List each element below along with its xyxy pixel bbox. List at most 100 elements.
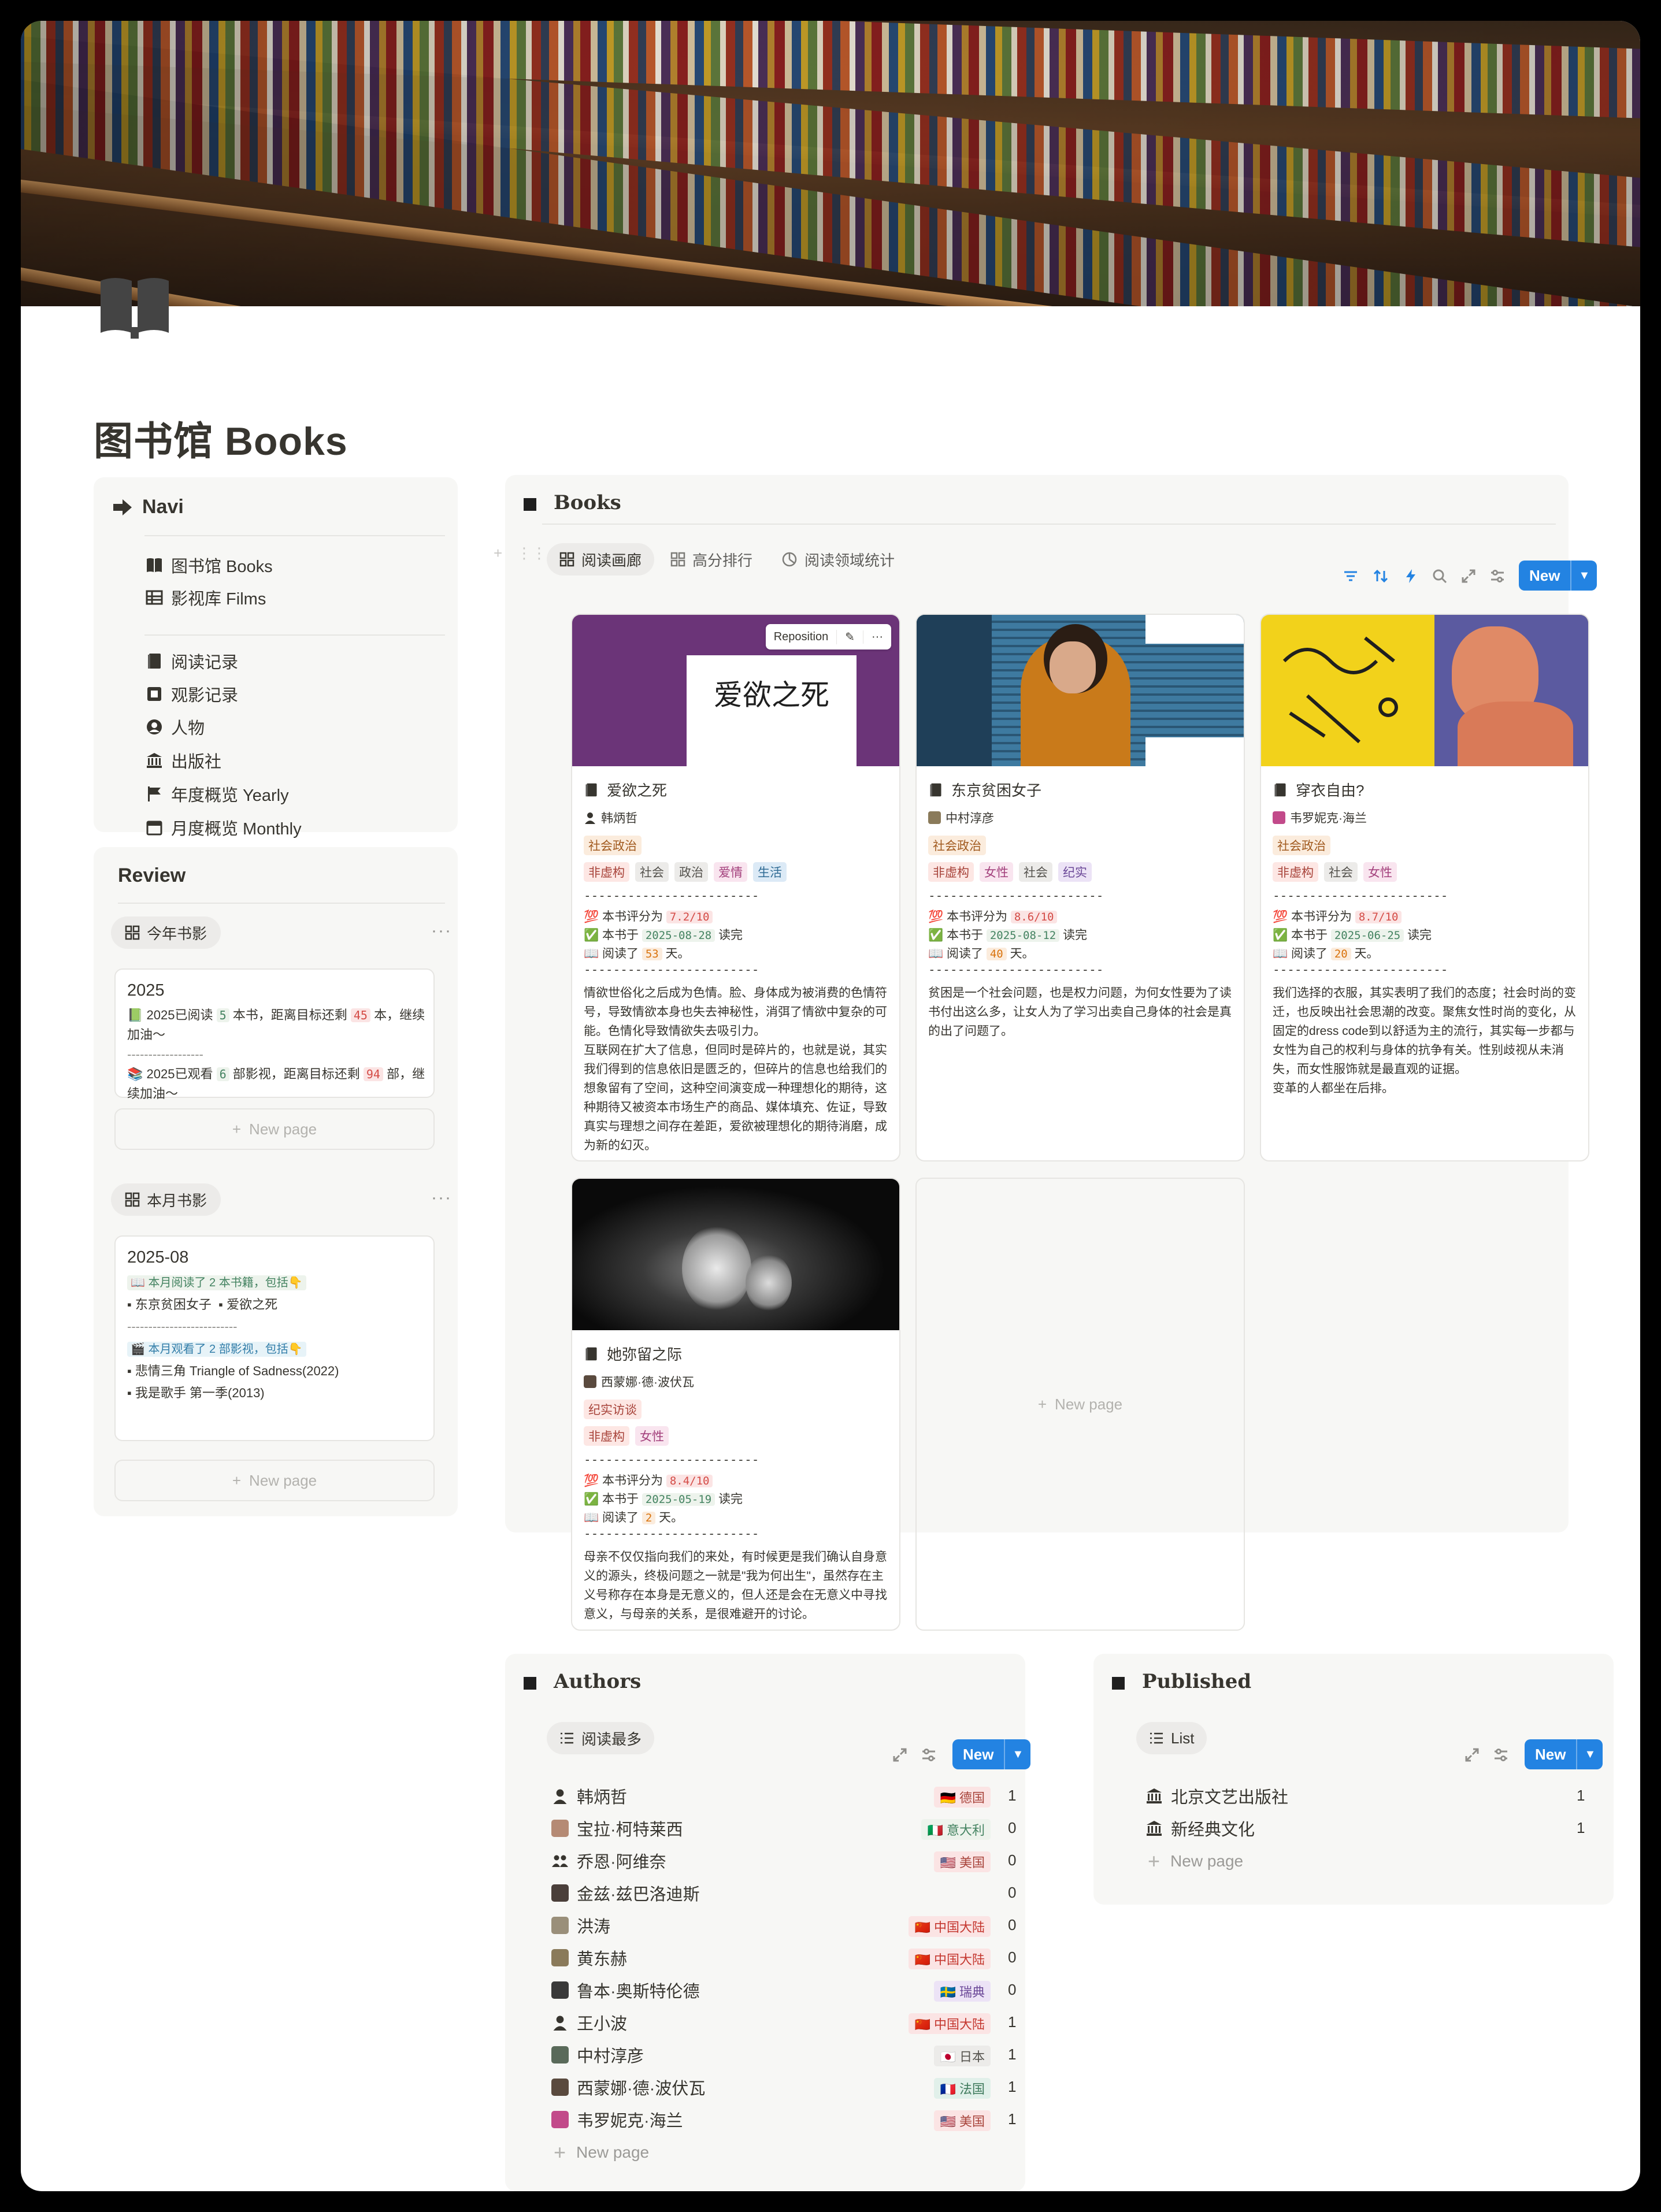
author-row[interactable]: 韩炳哲 — [551, 1780, 627, 1812]
new-page-button[interactable]: + New page — [114, 1108, 435, 1150]
authors-db-title[interactable]: Authors — [554, 1670, 641, 1693]
navi-title: Navi — [142, 496, 184, 518]
author-row[interactable]: 韦罗妮克·海兰 — [551, 2103, 683, 2136]
more-icon[interactable]: ··· — [431, 1188, 452, 1208]
date-line: ✅ 本书于 2025-06-25 读完 — [1273, 929, 1432, 942]
open-book-icon[interactable] — [97, 275, 172, 339]
tag: 女性 — [980, 862, 1013, 882]
view-monthly[interactable]: 本月书影 — [111, 1183, 221, 1216]
expand-icon[interactable] — [891, 1746, 909, 1764]
yearly-card-text: 📗 2025已阅读 5 本书，距离目标还剩 45 本，继续加油～ -------… — [127, 1008, 425, 1101]
author-row[interactable]: 乔恩·阿维奈 — [551, 1844, 666, 1877]
nav-item-watch-log[interactable]: 观影记录 — [144, 680, 238, 708]
country-tag: 🇸🇪 瑞典 — [934, 1981, 991, 2002]
tag: 非虚构 — [1273, 862, 1318, 882]
author-row[interactable]: 洪涛 — [551, 1909, 610, 1942]
books-db-title[interactable]: Books — [554, 491, 621, 514]
author-row[interactable]: 宝拉·柯特莱西 — [551, 1812, 683, 1844]
list-icon — [559, 1731, 574, 1746]
author-row[interactable]: 金兹·兹巴洛迪斯 — [551, 1877, 700, 1909]
book-title: 她弥留之际 — [584, 1343, 682, 1364]
filter-icon[interactable] — [1342, 567, 1359, 585]
book-card[interactable]: 东京贫困女子 中村淳彦 社会政治 非虚构 女性 社会 纪实 ----------… — [915, 614, 1245, 1161]
new-button[interactable]: New ▼ — [1519, 561, 1597, 591]
expand-icon[interactable] — [1460, 567, 1477, 585]
book-icon — [144, 555, 164, 575]
new-button[interactable]: New ▼ — [952, 1739, 1031, 1769]
more-icon: ··· — [863, 630, 891, 644]
author-row[interactable]: 王小波 — [551, 2006, 627, 2039]
published-db-title[interactable]: Published — [1142, 1670, 1251, 1693]
author-name: 王小波 — [577, 2015, 628, 2033]
divider — [144, 634, 445, 636]
new-page-button[interactable]: + New page — [554, 2140, 649, 2165]
sort-icon[interactable] — [1372, 567, 1389, 585]
nav-label: 月度概览 Monthly — [171, 820, 302, 838]
nav-item-films[interactable]: 影视库 Films — [144, 584, 266, 611]
tag: 非虚构 — [584, 862, 629, 882]
author-row[interactable]: 西蒙娜·德·波伏瓦 — [551, 2071, 705, 2103]
chevron-down-icon: ▼ — [1578, 569, 1590, 582]
score-line: 💯 本书评分为 8.4/10 — [584, 1471, 713, 1489]
read-count: 0 — [1008, 1981, 1017, 1998]
author-avatar — [551, 1917, 569, 1934]
book-author[interactable]: 韦罗妮克·海兰 — [1273, 809, 1367, 826]
book-author[interactable]: 中村淳彦 — [928, 809, 994, 826]
nav-label: 图书馆 Books — [171, 558, 273, 576]
search-icon[interactable] — [1431, 567, 1448, 585]
book-card[interactable]: 她弥留之际 西蒙娜·德·波伏瓦 纪实访谈 非虚构 女性 ------------… — [571, 1178, 900, 1631]
nav-item-publishers[interactable]: 出版社 — [144, 747, 221, 774]
more-icon[interactable]: ··· — [431, 921, 452, 941]
nav-item-monthly[interactable]: 月度概览 Monthly — [144, 814, 302, 841]
add-block-icon[interactable]: + — [494, 544, 502, 562]
author-avatar — [551, 1820, 569, 1837]
book-cover — [1261, 615, 1588, 766]
settings-icon[interactable] — [920, 1746, 937, 1764]
settings-icon[interactable] — [1489, 567, 1506, 585]
new-page-card[interactable]: + New page — [915, 1178, 1245, 1631]
read-count: 0 — [1008, 1884, 1017, 1901]
new-page-button[interactable]: + New page — [114, 1460, 435, 1501]
yearly-card-title: 2025 — [127, 981, 165, 1000]
nav-item-books[interactable]: 图书馆 Books — [144, 551, 273, 579]
author-row[interactable]: 鲁本·奥斯特伦德 — [551, 1974, 700, 2006]
date-line: ✅ 本书于 2025-05-19 读完 — [584, 1493, 743, 1506]
author-name: 鲁本·奥斯特伦德 — [577, 1983, 700, 2001]
tab-gallery[interactable]: 阅读画廊 — [547, 543, 655, 576]
view-list[interactable]: List — [1136, 1722, 1207, 1754]
tab-top-rated[interactable]: 高分排行 — [658, 543, 765, 576]
book-card[interactable]: 穿衣自由? 韦罗妮克·海兰 社会政治 非虚构 社会 女性 -----------… — [1260, 614, 1589, 1161]
list-item[interactable]: 北京文艺出版社 — [1145, 1780, 1288, 1812]
book-card[interactable]: 爱欲之死 Reposition ✎ ··· 爱欲之死 韩炳哲 社会政治 非虚构 社会… — [571, 614, 900, 1161]
view-yearly[interactable]: 今年书影 — [111, 916, 221, 949]
list-item[interactable]: 新经典文化 — [1145, 1812, 1255, 1844]
nav-item-yearly[interactable]: 年度概览 Yearly — [144, 780, 289, 808]
book-description: 贫困是一个社会问题，也是权力问题，为何女性要为了读书付出这么多，让女人为了学习出… — [928, 986, 1232, 1038]
read-count: 1 — [1008, 1787, 1017, 1804]
automation-icon[interactable] — [1402, 567, 1419, 585]
drag-handle-icon[interactable]: ⋮⋮ — [517, 544, 547, 562]
author-name: 黄东赫 — [577, 1950, 628, 1969]
author-name: 宝拉·柯特莱西 — [577, 1821, 683, 1839]
reposition-button[interactable]: Reposition ✎ ··· — [765, 624, 891, 650]
new-page-button[interactable]: + New page — [1148, 1849, 1243, 1873]
book-author[interactable]: 西蒙娜·德·波伏瓦 — [584, 1373, 694, 1390]
cover-image[interactable] — [21, 21, 1640, 306]
settings-icon[interactable] — [1492, 1746, 1510, 1764]
view-most-read[interactable]: 阅读最多 — [547, 1722, 655, 1754]
book-author[interactable]: 韩炳哲 — [584, 809, 637, 826]
author-row[interactable]: 中村淳彦 — [551, 2039, 644, 2071]
nav-item-reading-log[interactable]: 阅读记录 — [144, 647, 238, 675]
tag: 社会 — [1324, 862, 1358, 882]
category-tag: 社会政治 — [928, 836, 986, 855]
nav-item-people[interactable]: 人物 — [144, 713, 205, 741]
author-row[interactable]: 黄东赫 — [551, 1942, 627, 1974]
author-avatar — [928, 811, 941, 824]
tab-field-stats[interactable]: 阅读领域统计 — [769, 543, 907, 576]
new-button[interactable]: New ▼ — [1525, 1739, 1603, 1769]
book-title: 爱欲之死 — [584, 779, 667, 800]
expand-icon[interactable] — [1463, 1746, 1481, 1764]
author-name: 韦罗妮克·海兰 — [577, 2112, 683, 2131]
divider — [118, 903, 445, 904]
divider-text: ------------------------ — [1273, 963, 1448, 977]
